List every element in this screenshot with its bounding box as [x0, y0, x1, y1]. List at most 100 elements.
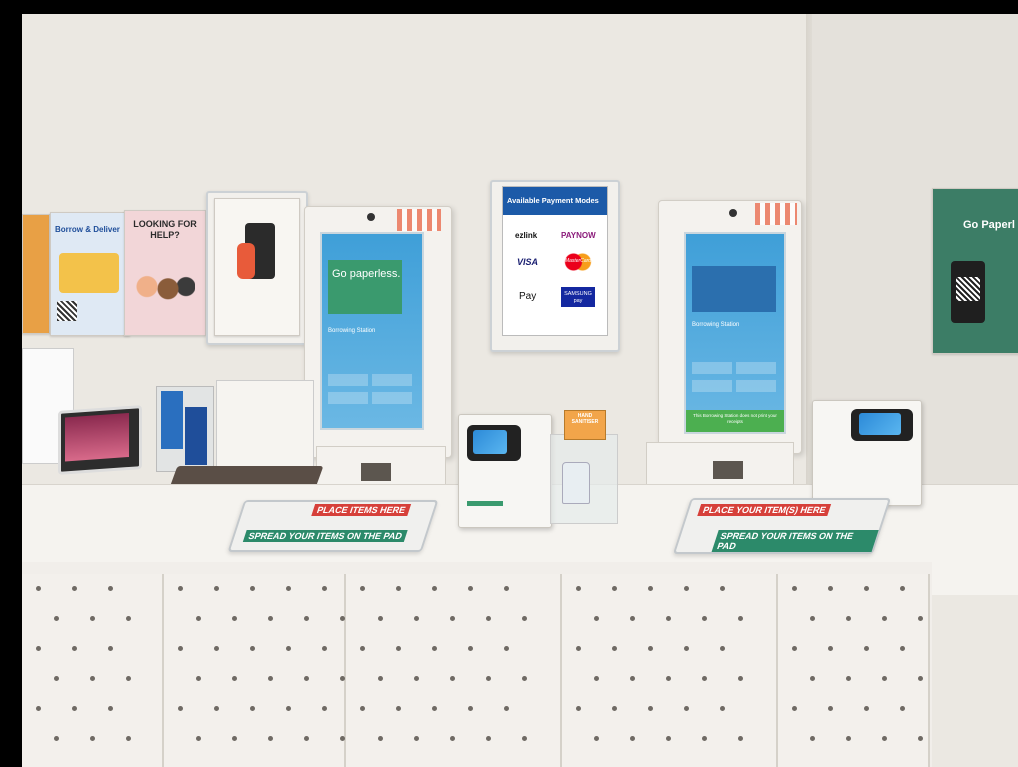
perforation-dot — [720, 706, 725, 711]
perforation-dot — [360, 706, 365, 711]
perforation-dot — [214, 646, 219, 651]
perforation-dot — [792, 646, 797, 651]
perforation-dot — [846, 616, 851, 621]
perforation-dot — [126, 676, 131, 681]
perforation-dot — [126, 616, 131, 621]
perforation-dot — [666, 676, 671, 681]
borrow-deliver-poster: Borrow & Deliver — [50, 212, 130, 336]
perforation-dot — [54, 676, 59, 681]
perforation-dot — [684, 646, 689, 651]
card-reader-screen — [473, 430, 507, 454]
screen-option-button[interactable] — [372, 392, 412, 404]
perforation-dot — [810, 736, 815, 741]
perforation-dot — [522, 616, 527, 621]
perforation-dot — [828, 706, 833, 711]
kiosk-footer-label: This Borrowing Station does not print yo… — [693, 413, 777, 424]
hand-sanitiser-label: HAND SANITISER — [571, 413, 599, 425]
ezlink-logo: ezlink — [515, 231, 538, 240]
perforation-dot — [322, 646, 327, 651]
perforation-dot — [90, 616, 95, 621]
apple-pay-logo: Pay — [519, 291, 537, 302]
perforation-dot — [792, 586, 797, 591]
perforation-dot — [268, 676, 273, 681]
right-mat-top-label: PLACE YOUR ITEM(S) HERE — [697, 504, 832, 516]
screen-option-button[interactable] — [692, 380, 732, 392]
screen-option-button[interactable] — [328, 374, 368, 386]
perforation-dot — [304, 676, 309, 681]
visa-logo: VISA — [517, 257, 539, 267]
perforation-dot — [612, 646, 617, 651]
perforation-dot — [450, 616, 455, 621]
perforation-dot — [232, 616, 237, 621]
perforation-dot — [918, 616, 923, 621]
card-slot — [713, 461, 743, 479]
screen-option-button[interactable] — [736, 380, 776, 392]
left-mat-bottom-label: SPREAD YOUR ITEMS ON THE PAD — [242, 530, 408, 542]
screen-option-button[interactable] — [736, 362, 776, 374]
perforation-dot — [522, 736, 527, 741]
payment-sign-title: Available Payment Modes — [507, 196, 599, 205]
perforation-dot — [738, 676, 743, 681]
perforation-dot — [268, 736, 273, 741]
perforation-dot — [196, 616, 201, 621]
perforation-dot — [340, 676, 345, 681]
perforation-dot — [882, 736, 887, 741]
perforation-dot — [232, 676, 237, 681]
left-payment-terminal — [458, 414, 552, 528]
library-self-service-counter-photo: Borrow & Deliver LOOKING FOR HELP? Go pa… — [22, 14, 1018, 767]
perforation-dot — [648, 586, 653, 591]
perforation-dot — [882, 616, 887, 621]
kiosk-top-sticker — [755, 203, 797, 225]
perforation-dot — [322, 586, 327, 591]
right-kiosk-screen[interactable]: Borrowing Station This Borrowing Station… — [684, 232, 786, 434]
screen-option-button[interactable] — [328, 392, 368, 404]
paynow-logo: PAYNOW — [561, 231, 596, 240]
kiosk-top-sticker — [397, 209, 441, 231]
perforation-dot — [576, 706, 581, 711]
perforation-dot — [396, 706, 401, 711]
left-kiosk-screen[interactable]: Go paperless. Borrowing Station — [320, 232, 424, 430]
mastercard-label: MasterCard — [564, 258, 592, 264]
mastercard-logo: MasterCard — [563, 253, 593, 271]
perforation-dot — [414, 736, 419, 741]
phone-with-qr-illustration — [951, 261, 985, 323]
perforation-dot — [918, 676, 923, 681]
perforation-dot — [504, 706, 509, 711]
right-payment-terminal — [812, 400, 922, 506]
go-paperless-banner: Go paperless. — [328, 260, 402, 314]
perforation-dot — [322, 706, 327, 711]
perforation-dot — [504, 646, 509, 651]
perforation-dot — [468, 586, 473, 591]
perforation-dot — [864, 646, 869, 651]
perforation-dot — [196, 676, 201, 681]
kiosk-camera-icon — [367, 213, 375, 221]
screen-option-button[interactable] — [692, 362, 732, 374]
perforation-dot — [702, 736, 707, 741]
perforation-dot — [468, 706, 473, 711]
payment-sign: Available Payment Modes ezlink PAYNOW VI… — [502, 186, 608, 336]
perforation-dot — [214, 706, 219, 711]
borrow-deliver-title: Borrow & Deliver — [55, 225, 120, 234]
looking-for-help-title: LOOKING FOR HELP? — [133, 219, 197, 240]
perforation-dot — [36, 646, 41, 651]
right-card-reader-pad[interactable] — [851, 409, 913, 441]
perforation-dot — [486, 736, 491, 741]
perforation-dot — [738, 616, 743, 621]
perforation-dot — [414, 616, 419, 621]
perforation-dot — [864, 706, 869, 711]
perforation-dot — [486, 676, 491, 681]
hand-sanitiser-sign: HAND SANITISER — [564, 410, 606, 440]
right-counter-mat: PLACE YOUR ITEM(S) HERE SPREAD YOUR ITEM… — [672, 498, 892, 554]
left-card-reader-pad[interactable] — [467, 425, 521, 461]
perforation-dot — [432, 646, 437, 651]
kiosk-camera-icon — [729, 209, 737, 217]
perforation-dot — [72, 586, 77, 591]
sanitiser-bottle — [562, 462, 590, 504]
perforation-dot — [504, 586, 509, 591]
go-paperless-poster: Go Paperl — [932, 188, 1018, 354]
tablet-screen[interactable] — [65, 412, 129, 462]
go-paperless-poster-title: Go Paperl — [963, 219, 1015, 231]
perforation-dot — [648, 706, 653, 711]
perforation-dot — [214, 586, 219, 591]
screen-option-button[interactable] — [372, 374, 412, 386]
